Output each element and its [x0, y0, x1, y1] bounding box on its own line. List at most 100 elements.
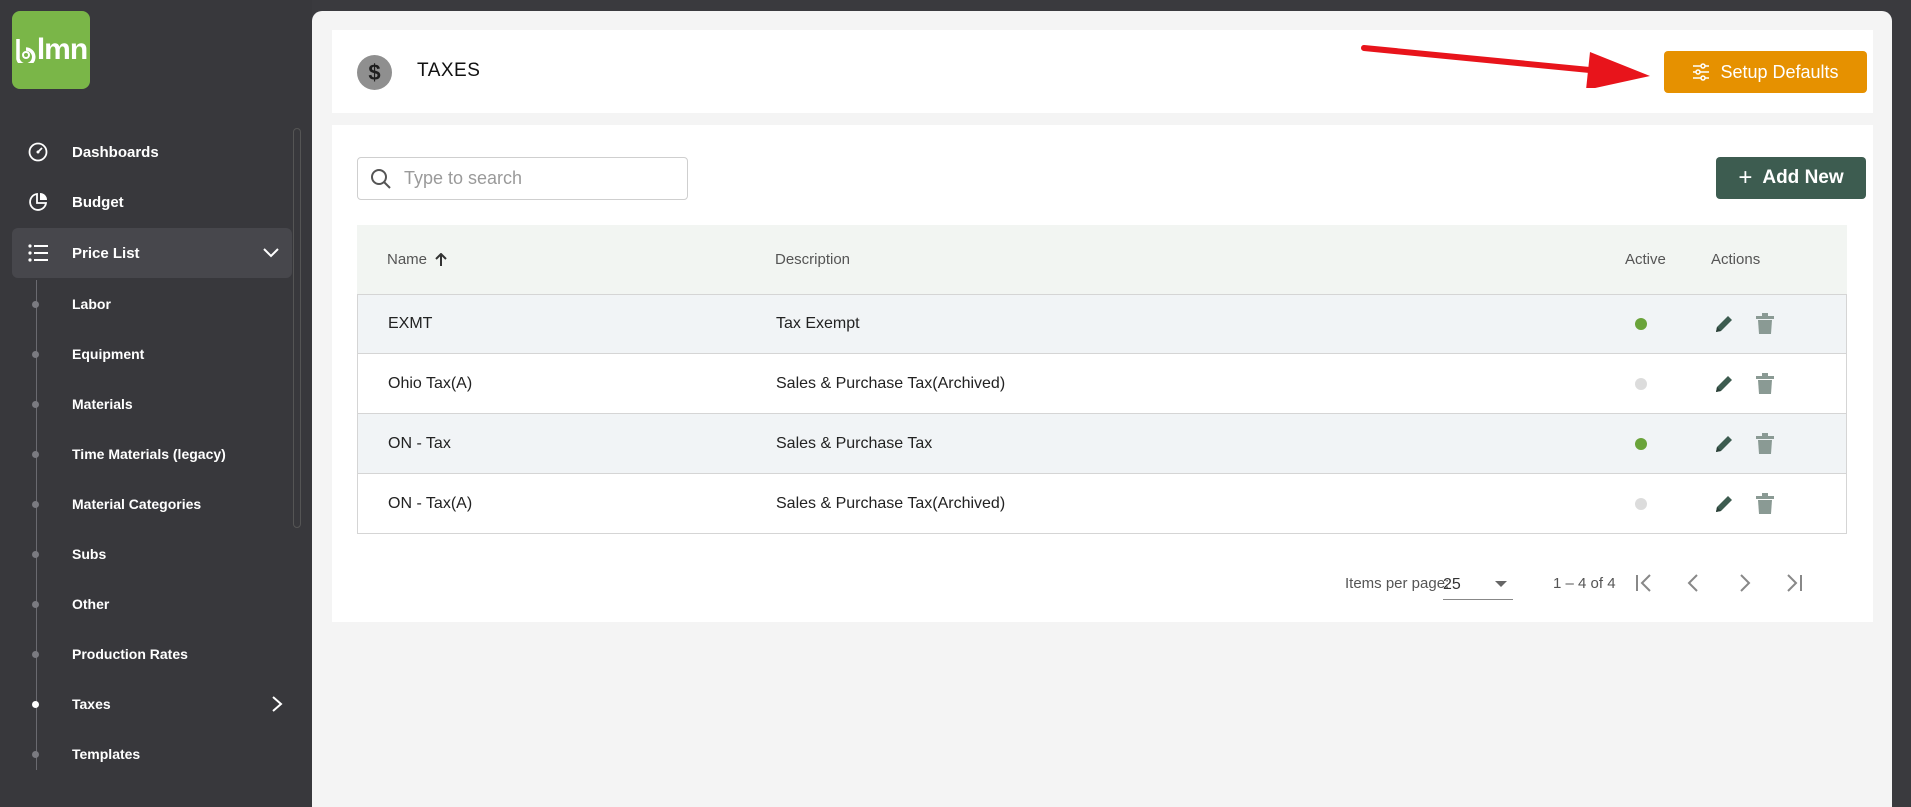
taxes-table: Name Description Active Actions EXMT Tax … — [357, 225, 1847, 534]
bullet-icon — [32, 350, 39, 358]
app-logo[interactable]: lmn — [12, 11, 90, 89]
sidebar-subitem-label: Time Materials (legacy) — [72, 446, 226, 462]
logo-text: lmn — [36, 33, 88, 66]
cell-description: Tax Exempt — [776, 315, 860, 332]
table-row[interactable]: ON - Tax Sales & Purchase Tax — [357, 414, 1847, 474]
delete-button[interactable] — [1755, 372, 1775, 395]
column-header-description[interactable]: Description — [775, 251, 850, 268]
previous-page-button[interactable] — [1682, 571, 1706, 595]
active-status-icon — [1635, 437, 1647, 450]
edit-button[interactable] — [1713, 493, 1735, 515]
table-row[interactable]: ON - Tax(A) Sales & Purchase Tax(Archived… — [357, 474, 1847, 534]
bullet-icon — [32, 300, 39, 308]
pencil-icon — [1716, 375, 1732, 392]
cell-name: ON - Tax — [388, 434, 451, 452]
taxes-card: + Add New Name Description Active Action… — [332, 125, 1873, 622]
column-header-actions: Actions — [1711, 251, 1761, 268]
cell-name: Ohio Tax(A) — [388, 374, 473, 392]
cell-description: Sales & Purchase Tax(Archived) — [776, 494, 1006, 512]
sidebar-subitem-label: Other — [72, 596, 110, 612]
sidebar-subitem-production-rates[interactable]: Production Rates — [32, 634, 292, 674]
sidebar-subitem-label: Materials — [72, 396, 133, 412]
add-new-button[interactable]: + Add New — [1716, 157, 1866, 199]
bullet-icon — [32, 500, 39, 508]
search-box[interactable] — [357, 157, 688, 200]
trash-icon — [1756, 432, 1774, 454]
trash-icon — [1756, 313, 1774, 334]
sidebar-subitem-materials[interactable]: Materials — [32, 384, 292, 424]
sidebar-subitem-time-materials[interactable]: Time Materials (legacy) — [32, 434, 292, 474]
main-content: $ TAXES Setup Defaults + Ad — [312, 11, 1892, 807]
table-row[interactable]: EXMT Tax Exempt — [357, 294, 1847, 354]
chevron-left-icon — [1687, 574, 1698, 592]
column-header-label: Name — [387, 251, 428, 268]
trash-icon — [1756, 492, 1774, 514]
sidebar-subitem-templates[interactable]: Templates — [32, 734, 292, 774]
sidebar-subitem-equipment[interactable]: Equipment — [32, 334, 292, 374]
sliders-icon — [1693, 63, 1710, 81]
items-per-page-label: Items per page: — [1345, 575, 1450, 592]
sidebar-item-price-list[interactable]: Price List — [12, 228, 292, 278]
sidebar-subitem-label: Production Rates — [72, 646, 188, 662]
bullet-icon — [32, 600, 39, 608]
list-icon — [16, 244, 60, 262]
items-per-page-value: 25 — [1443, 575, 1461, 593]
cell-name: EXMT — [388, 315, 433, 332]
bullet-icon — [32, 550, 39, 558]
row-actions — [1713, 492, 1775, 515]
column-header-active[interactable]: Active — [1625, 251, 1666, 268]
edit-button[interactable] — [1713, 313, 1735, 335]
pie-chart-icon — [16, 192, 60, 212]
inactive-status-icon — [1635, 497, 1647, 510]
page-header: $ TAXES Setup Defaults — [332, 30, 1873, 113]
cell-name: ON - Tax(A) — [388, 494, 473, 512]
cell-description: Sales & Purchase Tax(Archived) — [776, 374, 1006, 392]
items-per-page-select[interactable]: 25 — [1443, 570, 1513, 600]
delete-button[interactable] — [1755, 313, 1775, 335]
bullet-icon — [32, 650, 39, 658]
chevron-right-icon — [270, 694, 284, 717]
sidebar-subitem-material-categories[interactable]: Material Categories — [32, 484, 292, 524]
bullet-icon — [32, 750, 39, 758]
sidebar-subitem-label: Equipment — [72, 346, 145, 362]
delete-button[interactable] — [1755, 432, 1775, 455]
search-icon — [370, 168, 392, 190]
sidebar-item-budget[interactable]: Budget — [12, 177, 292, 227]
active-status-icon — [1635, 318, 1647, 330]
pencil-icon — [1716, 495, 1732, 512]
red-arrow-annotation-icon — [1361, 45, 1650, 88]
column-header-name[interactable]: Name — [387, 251, 447, 268]
sidebar-subitem-subs[interactable]: Subs — [32, 534, 292, 574]
edit-button[interactable] — [1713, 433, 1735, 455]
add-new-label: Add New — [1762, 167, 1844, 188]
edit-button[interactable] — [1713, 373, 1735, 395]
setup-defaults-button[interactable]: Setup Defaults — [1664, 51, 1867, 93]
trash-icon — [1756, 372, 1774, 394]
last-page-icon — [1787, 574, 1802, 592]
logo-mark-icon — [16, 39, 36, 63]
sidebar-subitem-label: Taxes — [72, 696, 111, 712]
row-actions — [1713, 313, 1775, 335]
table-header: Name Description Active Actions — [357, 225, 1847, 294]
search-input[interactable] — [404, 168, 664, 189]
row-actions — [1713, 432, 1775, 455]
sidebar-subitem-other[interactable]: Other — [32, 584, 292, 624]
dollar-icon: $ — [357, 55, 392, 90]
table-row[interactable]: Ohio Tax(A) Sales & Purchase Tax(Archived… — [357, 354, 1847, 414]
bullet-icon — [32, 400, 39, 408]
pencil-icon — [1716, 435, 1732, 452]
row-actions — [1713, 372, 1775, 395]
delete-button[interactable] — [1755, 492, 1775, 515]
last-page-button[interactable] — [1782, 571, 1806, 595]
sidebar-subitem-labor[interactable]: Labor — [32, 284, 292, 324]
sidebar-scrollbar[interactable] — [293, 128, 301, 528]
page-range: 1 – 4 of 4 — [1553, 575, 1616, 592]
page-title: TAXES — [417, 60, 481, 81]
next-page-button[interactable] — [1732, 571, 1756, 595]
sidebar-item-dashboards[interactable]: Dashboards — [12, 127, 292, 177]
sort-arrow-up-icon — [435, 252, 447, 266]
sidebar-item-label: Dashboards — [72, 143, 159, 161]
first-page-button[interactable] — [1632, 571, 1656, 595]
setup-defaults-label: Setup Defaults — [1720, 61, 1839, 82]
sidebar-subitem-taxes[interactable]: Taxes — [32, 684, 292, 724]
